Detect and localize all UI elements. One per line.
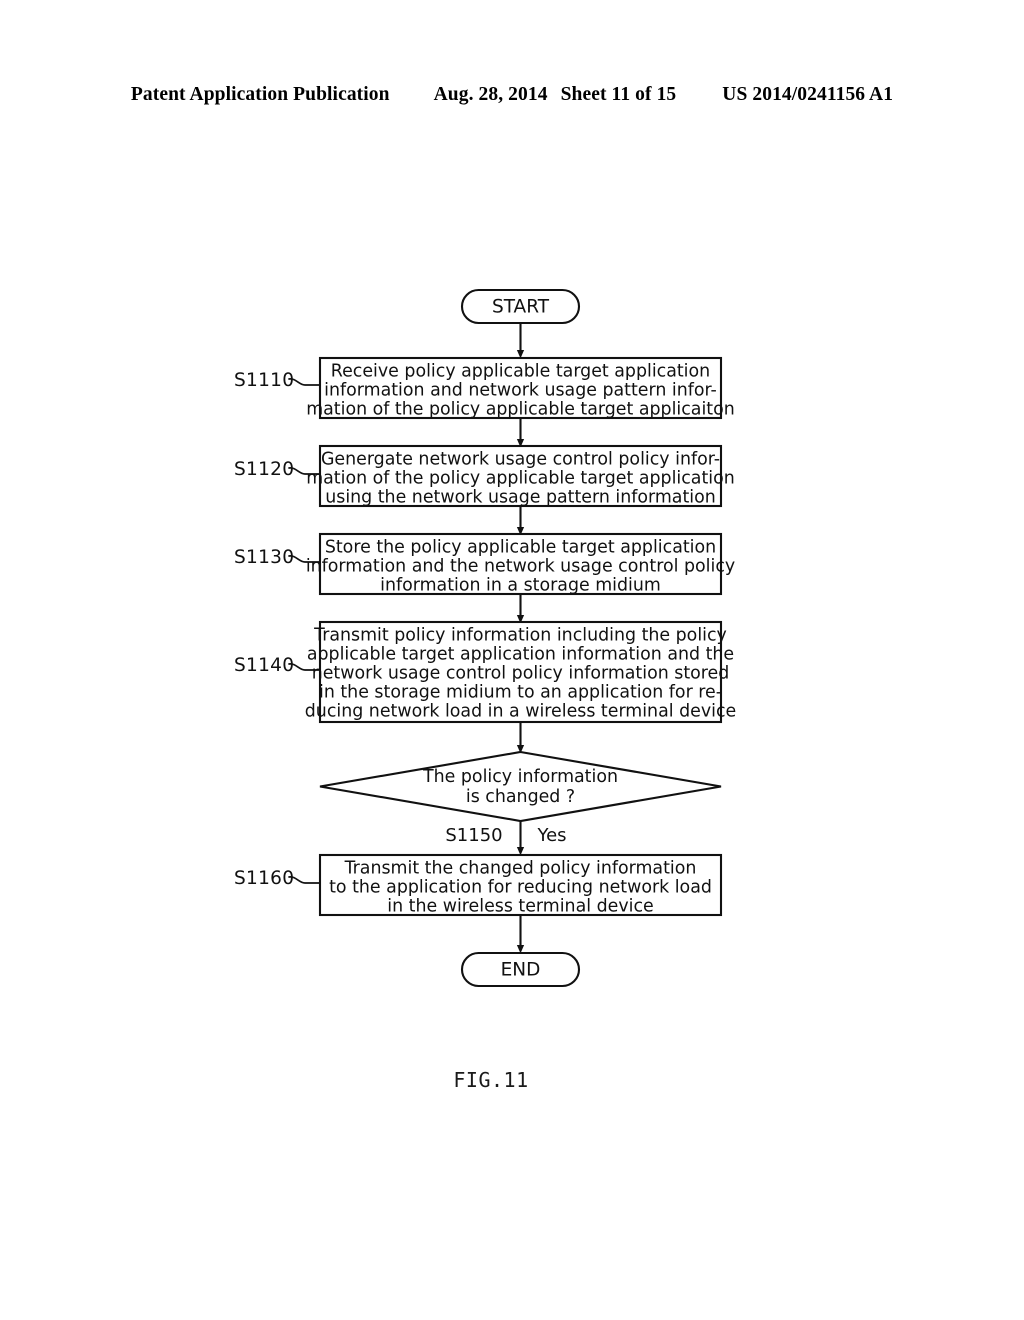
s1130-line-1: Store the policy applicable target appli… [325,538,716,558]
s1140-line-2: applicable target application informatio… [307,645,734,665]
s1110-line-1: Receive policy applicable target applica… [331,362,710,382]
end-label: END [501,960,541,981]
branch-label-yes: Yes [536,825,566,846]
figure-caption-text: FIG.11 [453,1068,529,1092]
s1150-line-1: The policy information [422,767,618,787]
s1140-line-3: network usage control policy information… [312,664,730,684]
s1110-line-2: information and network usage pattern in… [324,381,717,401]
node-end: END [460,951,581,988]
s1160-line-2: to the application for reducing network … [329,878,712,898]
s1120-line-1: Genergate network usage control policy i… [321,450,720,470]
flowchart-svg: START Receive policy applicable target a… [234,288,736,988]
s1120-line-2: mation of the policy applicable target a… [306,469,735,489]
figure-11-drawing: START Receive policy applicable target a… [0,0,1024,1320]
step-label-s1160: S1160 [234,868,294,889]
step-label-s1150: S1150 [445,825,502,846]
step-label-s1110: S1110 [234,370,294,391]
s1160-line-3: in the wireless terminal device [387,897,653,917]
node-s1150-decision: The policy information is changed ? [319,750,722,823]
s1160-line-1: Transmit the changed policy information [344,859,697,879]
node-s1120: Genergate network usage control policy i… [306,444,735,508]
node-s1160: Transmit the changed policy information … [318,853,723,917]
node-s1130: Store the policy applicable target appli… [306,532,735,596]
s1130-line-3: information in a storage midium [380,576,661,596]
node-s1140: Transmit policy information including th… [305,620,736,724]
node-start: START [460,288,581,325]
figure-caption: FIG.11 [0,1068,1024,1092]
s1140-line-5: ducing network load in a wireless termin… [305,702,736,722]
step-label-s1120: S1120 [234,459,294,480]
s1140-line-4: in the storage midium to an application … [319,683,722,703]
s1140-line-1: Transmit policy information including th… [313,626,727,646]
s1110-line-3: mation of the policy applicable target a… [306,400,735,420]
step-label-s1140: S1140 [234,655,294,676]
s1120-line-3: using the network usage pattern informat… [325,488,716,508]
node-s1110: Receive policy applicable target applica… [306,356,735,420]
start-label: START [492,297,550,318]
s1130-line-2: information and the network usage contro… [306,557,735,577]
s1150-line-2: is changed ? [466,787,575,807]
step-label-s1130: S1130 [234,547,294,568]
